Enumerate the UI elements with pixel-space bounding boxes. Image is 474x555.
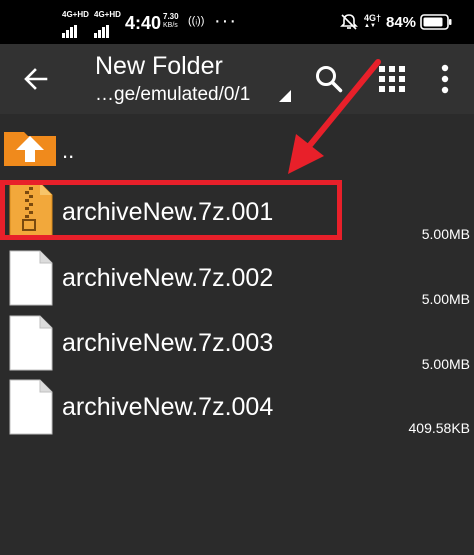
file-size: 5.00MB	[421, 226, 470, 242]
blank-file-icon	[9, 379, 53, 435]
file-row[interactable]: archiveNew.7z.003 5.00MB	[0, 311, 474, 375]
back-arrow-icon[interactable]	[24, 68, 48, 90]
battery-percent: 84%	[386, 14, 417, 31]
status-bar: 4G+HD 4G+HD 4:40 7.30 KB/s ((ᵢ)) ··· 4G†…	[0, 0, 474, 44]
folder-path[interactable]: …ge/emulated/0/1	[95, 84, 250, 106]
file-row[interactable]: archiveNew.7z.002 5.00MB	[0, 246, 474, 310]
app-toolbar: New Folder …ge/emulated/0/1	[0, 44, 474, 114]
speed-value: 7.30	[163, 12, 179, 21]
sim2-signal-icon: 4G+HD	[94, 10, 121, 38]
file-row[interactable]: archiveNew.7z.004 409.58KB	[0, 375, 474, 439]
blank-file-icon	[9, 250, 53, 306]
file-size: 5.00MB	[421, 291, 470, 307]
blank-file-icon	[9, 315, 53, 371]
hotspot-icon: ((ᵢ))	[188, 15, 205, 27]
file-name: archiveNew.7z.002	[62, 264, 274, 292]
speed-unit: KB/s	[163, 22, 178, 29]
folder-up-icon	[4, 132, 56, 166]
parent-folder-label: ..	[62, 138, 75, 163]
folder-title: New Folder	[95, 52, 223, 80]
file-name: archiveNew.7z.003	[62, 329, 274, 357]
clock: 4:40	[125, 13, 162, 33]
overflow-menu-icon[interactable]	[440, 64, 450, 94]
annotation-arrow-icon	[288, 59, 381, 174]
file-size: 409.58KB	[408, 420, 471, 436]
file-size: 5.00MB	[421, 356, 470, 372]
file-name: archiveNew.7z.004	[62, 393, 274, 421]
highlight-box	[0, 180, 342, 240]
more-notifications-icon: ···	[214, 10, 237, 32]
mute-icon	[340, 14, 358, 30]
sim2-label: 4G+HD	[94, 10, 121, 19]
network-label: 4G†	[364, 13, 382, 23]
parent-folder-row[interactable]: ..	[0, 116, 474, 172]
battery-icon	[420, 14, 452, 30]
sim1-signal-icon: 4G+HD	[62, 10, 89, 38]
sim1-label: 4G+HD	[62, 10, 89, 19]
data-arrows-icon: ▲▼	[364, 23, 376, 29]
